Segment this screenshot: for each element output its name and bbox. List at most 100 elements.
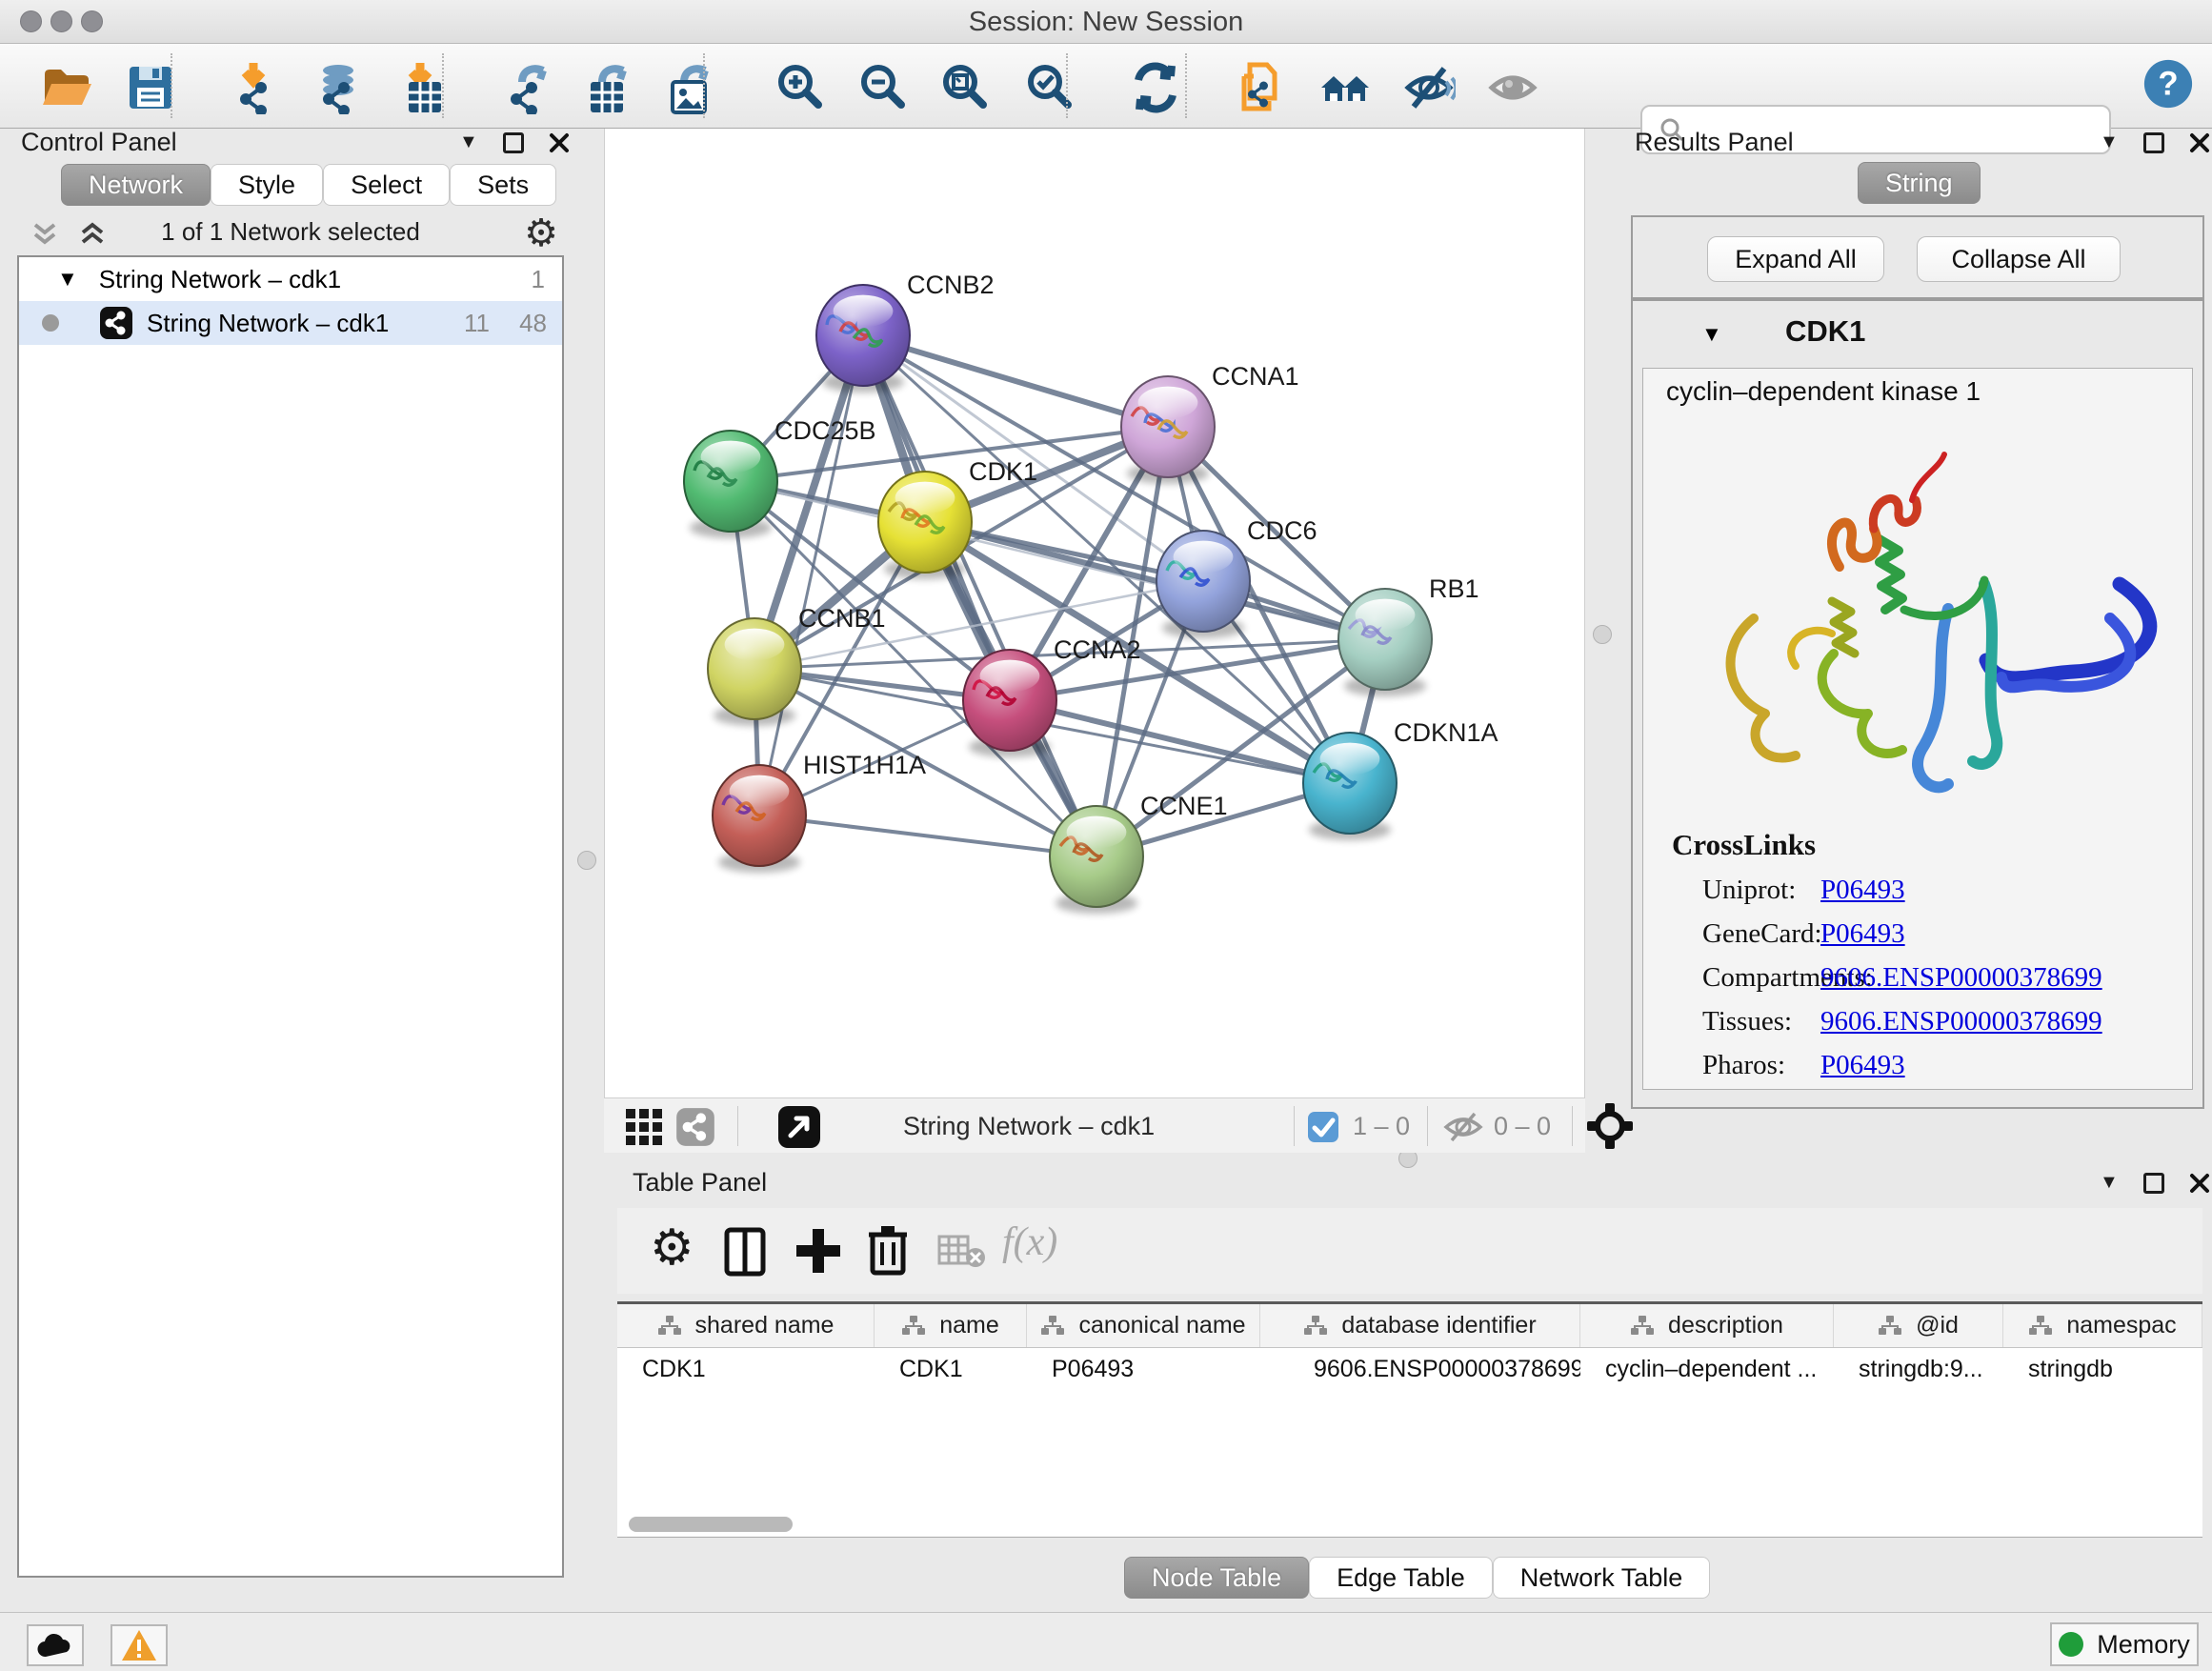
cloud-button[interactable] [27,1624,84,1666]
column-header-shared-name[interactable]: shared name [617,1304,875,1347]
toolbar-separator [171,53,172,118]
hide-eye-icon[interactable] [1402,61,1456,114]
network-options-gear-icon[interactable]: ⚙ [524,211,558,255]
network-share-icon [99,306,133,340]
collapse-panel-icon[interactable]: ▼ [459,131,478,153]
node-label: CDC6 [1247,516,1317,545]
zoom-in-icon[interactable] [774,61,828,114]
network-node-RB1[interactable]: RB1 [1338,574,1479,696]
column-header-namespac[interactable]: namespac [2003,1304,2202,1347]
import-database-icon[interactable] [312,61,365,114]
left-splitter-grip[interactable] [577,851,596,870]
zoom-out-icon[interactable] [857,61,911,114]
tab-style[interactable]: Style [211,164,323,206]
node-table[interactable]: shared namenamecanonical namedatabase id… [617,1301,2202,1538]
fit-selected-crosshair-icon[interactable] [1587,1103,1633,1149]
hidden-counter: 0 – 0 [1494,1112,1551,1141]
gray-eye-icon[interactable] [1486,61,1539,114]
network-list-header: 1 of 1 Network selected ⚙ [17,217,564,252]
column-header-canonical-name[interactable]: canonical name [1027,1304,1260,1347]
import-table-icon[interactable] [399,61,452,114]
network-node-count: 11 [464,309,490,338]
network-canvas[interactable]: CCNB2CCNA1CDC25BCDK1CDC6RB1CCNB1CCNA2CDK… [604,129,1585,1097]
float-panel-icon[interactable] [2143,1173,2164,1194]
node-label: CCNE1 [1140,792,1228,820]
export-table-icon[interactable] [583,61,636,114]
add-column-icon[interactable] [794,1225,842,1277]
tab-sets[interactable]: Sets [450,164,556,206]
network-collection-row[interactable]: ▼ String Network – cdk1 1 [19,257,562,301]
float-panel-icon[interactable] [2143,132,2164,153]
open-in-window-icon[interactable] [777,1105,821,1149]
cell-shared-name[interactable]: CDK1 [617,1348,875,1390]
export-network-icon[interactable] [503,61,556,114]
tab-network[interactable]: Network [61,164,211,206]
network-share-view-icon[interactable] [675,1107,715,1147]
copy-network-document-icon[interactable] [1237,61,1290,114]
section-expander-icon[interactable]: ▼ [1701,322,1722,347]
selected-checkbox-icon[interactable] [1307,1111,1339,1143]
tab-node-table[interactable]: Node Table [1124,1557,1309,1599]
collection-expander-icon[interactable]: ▼ [57,267,78,292]
network-node-CCNE1[interactable]: CCNE1 [1050,792,1228,914]
table-row[interactable]: CDK1CDK1P064939606.ENSP00000378699cyclin… [617,1348,2202,1390]
houses-icon[interactable] [1319,61,1373,114]
tab-edge-table[interactable]: Edge Table [1309,1557,1493,1599]
crosslink-link[interactable]: P06493 [1820,1050,1905,1081]
column-header-description[interactable]: description [1580,1304,1834,1347]
control-panel-title: Control Panel [21,128,177,157]
open-folder-icon[interactable] [40,61,93,114]
column-header-name[interactable]: name [875,1304,1027,1347]
crosslink-link[interactable]: P06493 [1820,918,1905,950]
help-icon[interactable]: ? [2142,57,2195,111]
network-node-CDC6[interactable]: CDC6 [1156,516,1317,638]
cell-canonical-name[interactable]: P06493 [1027,1348,1260,1390]
save-icon[interactable] [124,61,177,114]
crosslink-link[interactable]: 9606.ENSP00000378699 [1820,1006,2102,1037]
memory-button[interactable]: Memory [2050,1622,2199,1666]
split-columns-icon[interactable] [724,1227,766,1277]
crosslink-link[interactable]: P06493 [1820,875,1905,906]
collapse-panel-icon[interactable]: ▼ [2100,131,2119,153]
export-image-icon[interactable] [665,61,718,114]
warnings-button[interactable] [111,1624,168,1666]
network-node-CDKN1A[interactable]: CDKN1A [1303,718,1498,840]
refresh-icon[interactable] [1129,61,1182,114]
network-graph[interactable]: CCNB2CCNA1CDC25BCDK1CDC6RB1CCNB1CCNA2CDK… [605,129,1586,1097]
close-panel-icon[interactable] [2189,132,2210,153]
import-network-icon[interactable] [232,61,286,114]
grid-view-icon[interactable] [624,1107,664,1147]
table-settings-gear-icon[interactable]: ⚙ [650,1219,694,1277]
network-row-selected[interactable]: String Network – cdk1 11 48 [19,301,562,345]
column-header-database-identifier[interactable]: database identifier [1260,1304,1580,1347]
tab-select[interactable]: Select [323,164,450,206]
crosslink-label: Compartments: [1643,962,1820,994]
function-builder-icon[interactable]: f(x) [1002,1219,1057,1265]
network-node-HIST1H1A[interactable]: HIST1H1A [713,751,926,873]
gene-description: cyclin–dependent kinase 1 [1666,376,1981,407]
delete-table-icon[interactable] [937,1233,987,1269]
cell-database-identifier[interactable]: 9606.ENSP00000378699 [1260,1348,1580,1390]
tab-network-table[interactable]: Network Table [1493,1557,1711,1599]
collapse-all-button[interactable]: Collapse All [1917,236,2121,282]
expand-all-button[interactable]: Expand All [1707,236,1884,282]
memory-label: Memory [2097,1630,2190,1660]
float-panel-icon[interactable] [503,132,524,153]
cell-namespac[interactable]: stringdb [2003,1348,2202,1390]
crosslink-link[interactable]: 9606.ENSP00000378699 [1820,962,2102,994]
zoom-selected-icon[interactable] [1024,61,1077,114]
zoom-fit-icon[interactable] [939,61,993,114]
table-horizontal-scrollbar[interactable] [629,1517,793,1532]
right-splitter-grip[interactable] [1593,625,1612,644]
close-panel-icon[interactable] [2189,1173,2210,1194]
network-selected-count: 1 of 1 Network selected [17,217,564,247]
column-header-@id[interactable]: @id [1834,1304,2003,1347]
network-view-toolbar: String Network – cdk1 1 – 0 0 – 0 [604,1097,1585,1153]
cell-description[interactable]: cyclin–dependent ... [1580,1348,1834,1390]
close-panel-icon[interactable] [549,132,570,153]
cell-@id[interactable]: stringdb:9... [1834,1348,2003,1390]
collapse-panel-icon[interactable]: ▼ [2100,1172,2119,1194]
tab-string[interactable]: String [1858,162,1981,204]
cell-name[interactable]: CDK1 [875,1348,1027,1390]
delete-column-icon[interactable] [867,1223,909,1277]
